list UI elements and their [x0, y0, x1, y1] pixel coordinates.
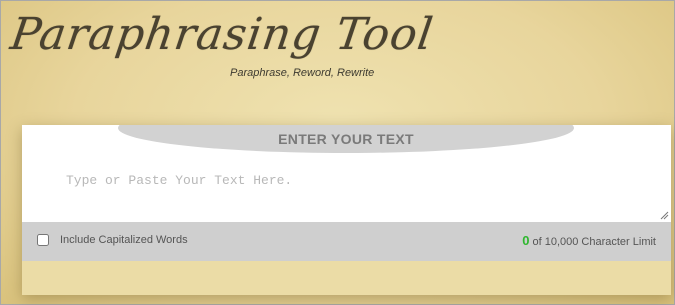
- resize-handle-icon[interactable]: [660, 211, 669, 220]
- capitalized-words-label[interactable]: Include Capitalized Words: [60, 234, 188, 246]
- editor-area: ENTER YOUR TEXT: [22, 125, 671, 222]
- character-limit-text: of 10,000 Character Limit: [532, 236, 656, 248]
- character-counter: 0 of 10,000 Character Limit: [522, 233, 656, 248]
- logo-subtitle: Paraphrase, Reword, Rewrite: [230, 67, 375, 79]
- site-header: Paraphrasing Tool Paraphrase, Reword, Re…: [1, 1, 675, 111]
- editor-heading: ENTER YOUR TEXT: [278, 131, 414, 147]
- text-input[interactable]: [62, 167, 662, 219]
- panel-footer: [22, 261, 671, 295]
- editor-panel: ENTER YOUR TEXT Include Capitalized Word…: [22, 125, 671, 295]
- capitalized-words-checkbox[interactable]: [37, 234, 49, 246]
- character-count: 0: [522, 233, 530, 248]
- options-bar: Include Capitalized Words 0 of 10,000 Cha…: [22, 222, 671, 261]
- logo-title: Paraphrasing Tool: [7, 9, 437, 60]
